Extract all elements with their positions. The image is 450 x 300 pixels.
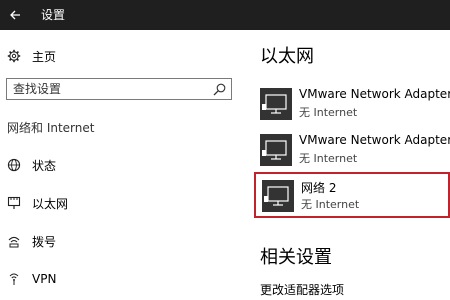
gear-icon	[7, 49, 21, 63]
title-bar: 设置	[0, 0, 450, 30]
sidebar-item-label: 以太网	[32, 196, 69, 211]
adapter-name: VMware Network Adapter V	[299, 133, 450, 147]
sidebar-item-vpn[interactable]: VPN	[0, 265, 244, 293]
back-arrow-icon	[10, 10, 20, 20]
adapter-item-selected[interactable]: 网络 2 无 Internet	[254, 172, 450, 218]
adapter-status: 无 Internet	[299, 152, 358, 165]
sidebar: 主页 网络和 Internet 状态 以太网	[0, 30, 244, 300]
change-adapter-options-link[interactable]: 更改适配器选项	[260, 281, 344, 298]
search-input[interactable]	[13, 80, 203, 98]
related-settings-title: 相关设置	[260, 247, 332, 268]
sidebar-item-label: VPN	[32, 272, 57, 286]
adapter-item[interactable]: VMware Network Adapter V 无 Internet	[254, 82, 450, 126]
section-label: 网络和 Internet	[7, 121, 95, 135]
back-button[interactable]	[0, 0, 30, 30]
sidebar-item-label: 主页	[32, 49, 57, 64]
vpn-icon	[9, 273, 19, 285]
window-title: 设置	[41, 8, 66, 22]
globe-icon	[7, 158, 21, 172]
sidebar-item-dialup[interactable]: 拨号	[0, 227, 244, 255]
adapter-name: 网络 2	[301, 181, 337, 195]
ethernet-icon	[7, 196, 21, 209]
network-adapter-icon	[262, 180, 294, 212]
main-content: 以太网 VMware Network Adapter V 无 Internet …	[244, 30, 450, 300]
sidebar-item-ethernet[interactable]: 以太网	[0, 189, 244, 217]
adapter-item[interactable]: VMware Network Adapter V 无 Internet	[254, 128, 450, 172]
network-adapter-icon	[260, 88, 292, 120]
adapter-name: VMware Network Adapter V	[299, 87, 450, 101]
adapter-status: 无 Internet	[301, 198, 360, 211]
sidebar-item-label: 状态	[32, 158, 57, 173]
search-box[interactable]	[6, 78, 232, 100]
sidebar-item-status[interactable]: 状态	[0, 151, 244, 179]
page-title: 以太网	[260, 46, 314, 67]
dialup-icon	[8, 236, 20, 248]
sidebar-item-home[interactable]: 主页	[0, 42, 244, 70]
network-adapter-icon	[260, 134, 292, 166]
search-icon[interactable]	[213, 83, 226, 96]
sidebar-item-label: 拨号	[32, 234, 57, 249]
adapter-status: 无 Internet	[299, 106, 358, 119]
